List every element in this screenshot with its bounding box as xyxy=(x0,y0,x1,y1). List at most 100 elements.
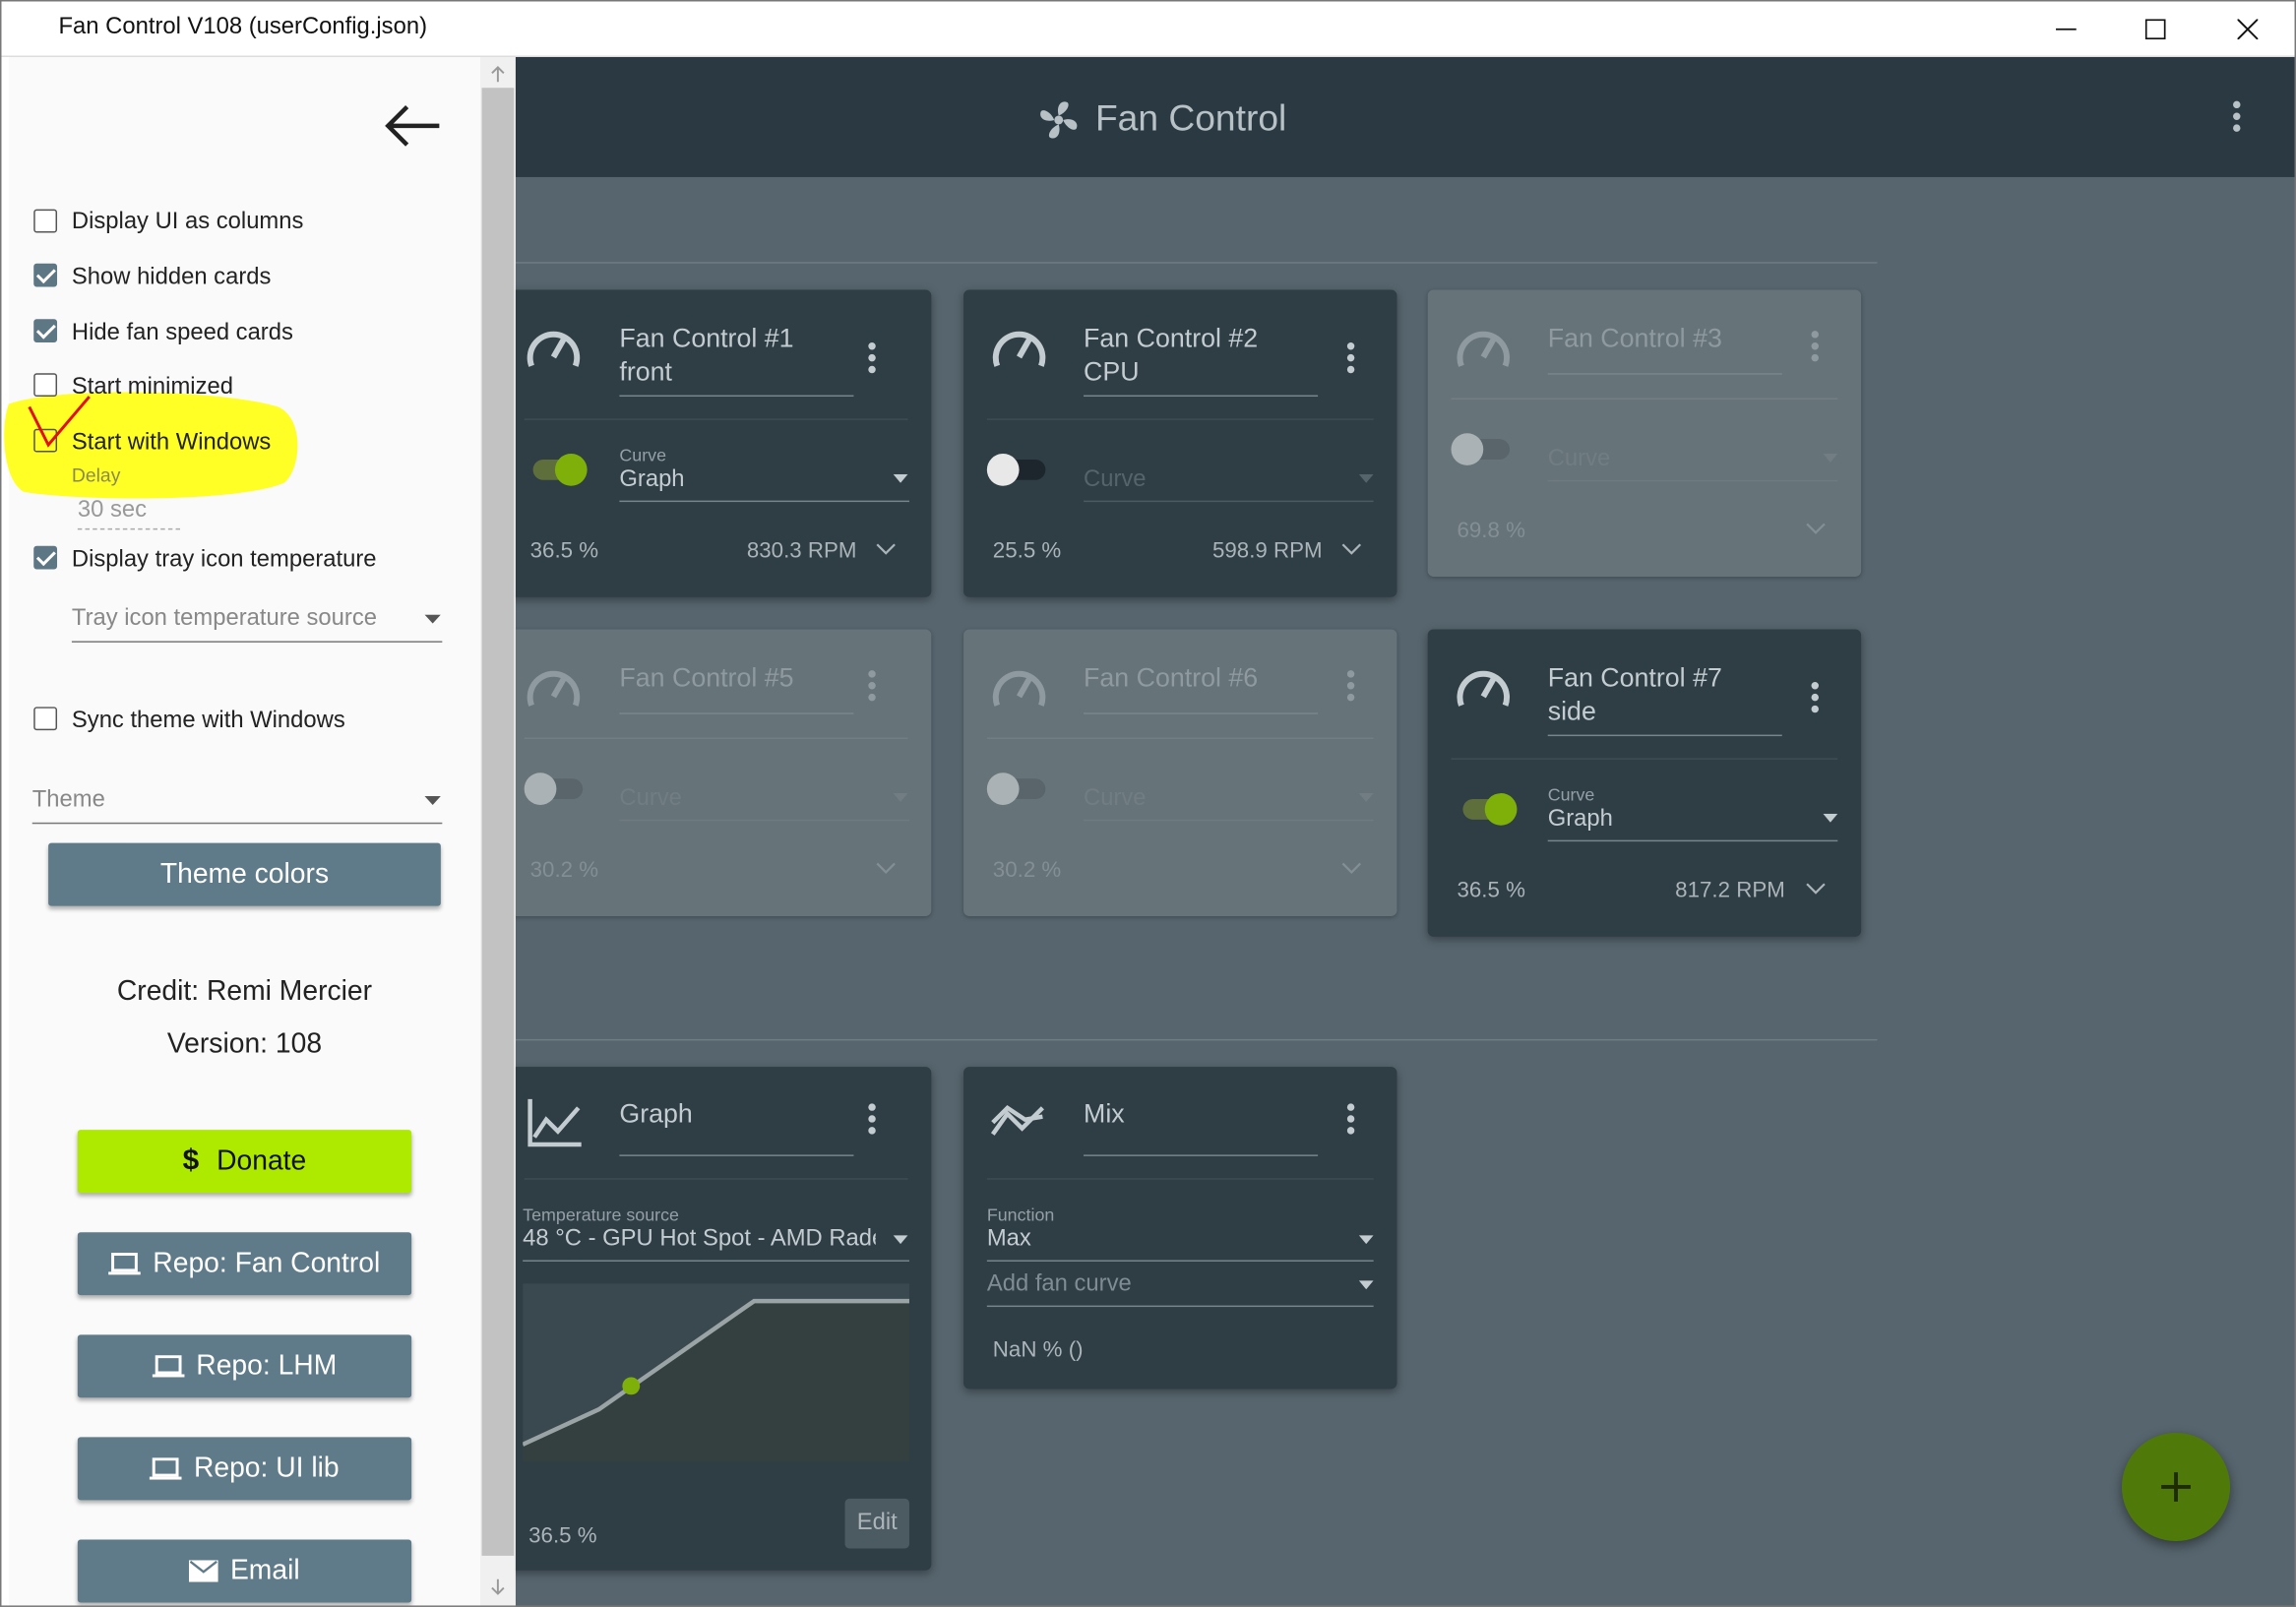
fan-card-5[interactable]: Fan Control #5 Curve 30.2 % xyxy=(515,629,932,916)
more-vert-icon xyxy=(1346,670,1356,702)
minimize-button[interactable] xyxy=(2032,0,2099,57)
fan-card-title: Fan Control #2 xyxy=(1084,323,1259,353)
curve-card-menu-button[interactable] xyxy=(868,1103,877,1139)
mix-curve-card[interactable]: Mix Function Max Add fan curve NaN % () xyxy=(963,1067,1397,1390)
repo-ui-lib-button[interactable]: Repo: UI lib xyxy=(77,1437,412,1501)
tray-temperature-source-select[interactable]: Tray icon temperature source xyxy=(72,606,377,633)
mix-icon xyxy=(990,1104,1044,1136)
graph-curve-card[interactable]: Graph Temperature source 48 °C - GPU Hot… xyxy=(515,1067,932,1571)
more-vert-icon xyxy=(1811,682,1821,713)
curve-card-menu-button[interactable] xyxy=(1346,1103,1356,1139)
main-content: Fan Control Fan Control #1 front Curve G… xyxy=(515,57,2296,1607)
chevron-down-icon[interactable] xyxy=(1341,862,1362,875)
underline xyxy=(31,822,443,825)
card-separator xyxy=(986,1178,1374,1180)
fan-card-title: Fan Control #3 xyxy=(1547,323,1722,353)
fan-card-7[interactable]: Fan Control #7 side Curve Graph 36.5 % 8… xyxy=(1427,629,1862,937)
speedometer-icon xyxy=(992,670,1046,707)
chevron-down-icon[interactable] xyxy=(876,543,897,556)
curve-label: Curve xyxy=(1547,784,1595,805)
line-chart-icon xyxy=(527,1098,582,1147)
chevron-down-icon[interactable] xyxy=(1806,883,1827,896)
speedometer-icon xyxy=(992,331,1046,367)
speedometer-icon xyxy=(1457,670,1511,707)
maximize-button[interactable] xyxy=(2122,0,2189,57)
arrow-left-icon[interactable] xyxy=(384,102,443,150)
scroll-down-icon[interactable] xyxy=(489,1577,507,1595)
fan-icon xyxy=(1040,101,1078,139)
fan-card-menu-button[interactable] xyxy=(1346,342,1356,378)
underline xyxy=(619,819,909,822)
dropdown-arrow-icon xyxy=(424,614,441,624)
fan-card-3[interactable]: Fan Control #3 Curve 69.8 % xyxy=(1427,289,1862,577)
toggle-knob xyxy=(986,773,1020,805)
tray-icon-temperature-checkbox[interactable] xyxy=(33,545,58,570)
app-menu-button[interactable] xyxy=(2233,100,2242,137)
more-vert-icon xyxy=(1346,1103,1356,1135)
fan-card-title: Fan Control #1 xyxy=(619,323,794,353)
email-icon xyxy=(189,1560,219,1582)
show-hidden-cards-checkbox[interactable] xyxy=(33,263,58,287)
maximize-icon xyxy=(2144,18,2166,39)
more-vert-icon xyxy=(1346,342,1356,374)
add-fan-curve-select[interactable]: Add fan curve xyxy=(987,1271,1132,1298)
curve-select-value[interactable]: Curve xyxy=(1084,466,1147,493)
fan-card-6[interactable]: Fan Control #6 Curve 30.2 % xyxy=(963,629,1397,916)
window-title: Fan Control V108 (userConfig.json) xyxy=(58,14,428,40)
fan-curve-graph[interactable] xyxy=(523,1283,909,1462)
speedometer-icon xyxy=(527,670,581,707)
hide-fan-speed-cards-checkbox[interactable] xyxy=(33,319,58,343)
dropdown-arrow-icon xyxy=(1358,793,1374,802)
chevron-down-icon[interactable] xyxy=(1806,523,1827,535)
curve-select-value[interactable]: Curve xyxy=(1548,447,1611,473)
delay-input[interactable]: 30 sec xyxy=(77,498,181,530)
curve-select-value[interactable]: Curve xyxy=(1084,786,1147,813)
fan-card-2[interactable]: Fan Control #2 CPU Curve 25.5 % 598.9 RP… xyxy=(963,289,1397,597)
repo-ui-lib-label: Repo: UI lib xyxy=(193,1452,340,1484)
repo-fan-control-button[interactable]: Repo: Fan Control xyxy=(77,1232,412,1296)
dropdown-arrow-icon xyxy=(1823,454,1838,463)
underline xyxy=(1084,819,1374,822)
fan-percent: 36.5 % xyxy=(529,538,599,564)
card-separator xyxy=(524,737,908,740)
speedometer-icon xyxy=(1457,331,1511,367)
edit-graph-button[interactable]: Edit xyxy=(844,1498,909,1549)
fan-card-1[interactable]: Fan Control #1 front Curve Graph 36.5 % … xyxy=(515,289,932,597)
chevron-down-icon[interactable] xyxy=(1341,543,1362,556)
dropdown-arrow-icon xyxy=(1358,473,1374,483)
curve-select-value[interactable]: Curve xyxy=(619,786,682,813)
fan-card-menu-button[interactable] xyxy=(1346,670,1356,706)
scroll-up-icon[interactable] xyxy=(489,66,507,84)
close-button[interactable] xyxy=(2214,0,2281,57)
curve-label: Curve xyxy=(619,445,667,465)
scrollbar-thumb[interactable] xyxy=(481,88,515,1556)
toggle-knob xyxy=(986,454,1020,486)
fan-card-menu-button[interactable] xyxy=(868,342,877,378)
curve-select-value[interactable]: Graph xyxy=(1548,806,1613,833)
function-select[interactable]: Max xyxy=(987,1226,1031,1253)
donate-button[interactable]: $ Donate xyxy=(77,1130,412,1194)
sync-theme-checkbox[interactable] xyxy=(33,707,58,731)
temperature-source-select[interactable]: 48 °C - GPU Hot Spot - AMD Radeon xyxy=(523,1226,876,1253)
display-ui-columns-checkbox[interactable] xyxy=(33,209,58,233)
repo-lhm-label: Repo: LHM xyxy=(196,1349,338,1382)
fan-card-menu-button[interactable] xyxy=(1811,682,1821,717)
repo-lhm-button[interactable]: Repo: LHM xyxy=(77,1334,412,1398)
curve-select-value[interactable]: Graph xyxy=(619,466,684,493)
fan-card-menu-button[interactable] xyxy=(868,670,877,706)
add-button[interactable] xyxy=(2121,1432,2231,1542)
more-vert-icon xyxy=(1811,331,1821,362)
fan-card-menu-button[interactable] xyxy=(1811,331,1821,366)
theme-colors-button[interactable]: Theme colors xyxy=(48,842,441,906)
theme-select[interactable]: Theme xyxy=(32,787,105,814)
card-separator xyxy=(986,737,1374,740)
underline xyxy=(1084,1154,1319,1156)
email-button[interactable]: Email xyxy=(77,1539,412,1603)
fan-rpm: 830.3 RPM xyxy=(746,538,857,564)
fan-card-title: Fan Control #7 xyxy=(1547,662,1722,693)
toggle-knob xyxy=(1484,793,1518,826)
dollar-icon: $ xyxy=(182,1143,200,1177)
underline xyxy=(1084,712,1319,714)
chevron-down-icon[interactable] xyxy=(876,862,897,875)
underline xyxy=(1547,839,1838,842)
